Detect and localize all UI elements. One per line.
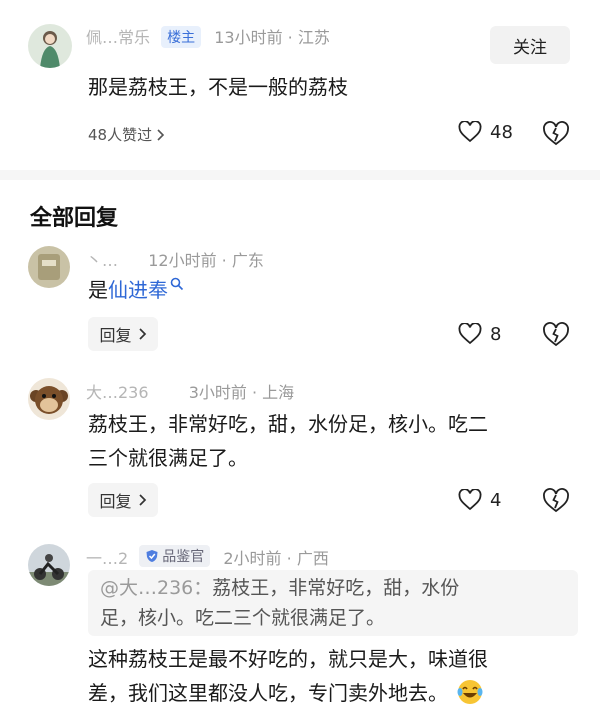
judge-badge: 品鉴官: [139, 545, 211, 567]
reply-button[interactable]: 回复: [88, 317, 158, 351]
section-divider: [0, 170, 600, 180]
avatar-image: [28, 246, 70, 288]
like-button[interactable]: 48: [458, 121, 513, 143]
avatar-image: [28, 378, 70, 420]
heart-outline-icon: [458, 489, 482, 511]
avatar[interactable]: [28, 246, 70, 288]
like-button[interactable]: 4: [458, 489, 501, 511]
reply-text-line: 荔枝王，非常好吃，甜，水份足，核小。吃二: [88, 412, 488, 436]
owner-badge: 楼主: [161, 26, 202, 48]
time-location: 12小时前 · 广东: [148, 251, 264, 270]
username[interactable]: 一…2: [86, 549, 128, 568]
avatar-image: [28, 544, 70, 586]
quote-username: @大…236：: [100, 577, 213, 599]
search-icon[interactable]: [170, 277, 184, 291]
broken-heart-icon[interactable]: [542, 321, 570, 349]
quote-line: @大…236：荔枝王，非常好吃，甜，水份: [100, 573, 566, 603]
comment-text: 那是荔枝王，不是一般的荔枝: [88, 75, 348, 99]
username[interactable]: 佩…常乐: [86, 28, 150, 47]
avatar[interactable]: [28, 24, 72, 68]
reply-text-prefix: 是: [88, 278, 108, 302]
search-link[interactable]: 仙进奉: [108, 278, 168, 302]
chevron-right-icon: [138, 494, 146, 506]
follow-button[interactable]: 关注: [490, 26, 570, 64]
quote-line: 足，核小。吃二三个就很满足了。: [100, 607, 386, 629]
broken-heart-icon[interactable]: [542, 487, 570, 515]
username[interactable]: 丶…: [86, 251, 118, 270]
verified-shield-icon: [146, 550, 158, 562]
likes-link-label: 48人赞过: [88, 126, 153, 144]
like-count: 48: [490, 121, 513, 143]
reply-button[interactable]: 回复: [88, 483, 158, 517]
heart-outline-icon: [458, 323, 482, 345]
chevron-right-icon: [157, 128, 165, 141]
like-count: 4: [490, 489, 502, 511]
section-title: 全部回复: [30, 206, 119, 231]
like-button[interactable]: 8: [458, 323, 501, 345]
likes-link[interactable]: 48人赞过: [88, 124, 166, 145]
time-location: 2小时前 · 广西: [223, 549, 329, 568]
username[interactable]: 大…236: [86, 383, 149, 402]
reply-text-line: 差，我们这里都没人吃，专门卖外地去。: [88, 676, 588, 710]
reply-meta: 大…236 3小时前 · 上海: [86, 379, 294, 403]
judge-badge-label: 品鉴官: [162, 549, 205, 565]
like-count: 8: [490, 323, 502, 345]
time-location: 13小时前 · 江苏: [214, 28, 330, 47]
avatar-image: [28, 24, 72, 68]
quote-text: 荔枝王，非常好吃，甜，水份: [212, 577, 460, 599]
avatar[interactable]: [28, 544, 70, 586]
reply-text: 这种荔枝王是最不好吃的，就只是大，味道很 差，我们这里都没人吃，专门卖外地去。: [88, 642, 588, 710]
reply-meta: 一…2 品鉴官 2小时前 · 广西: [86, 545, 329, 569]
reply-button-label: 回复: [99, 492, 132, 511]
heart-outline-icon: [458, 121, 482, 143]
quoted-reply[interactable]: @大…236：荔枝王，非常好吃，甜，水份 足，核小。吃二三个就很满足了。: [88, 570, 578, 636]
reply-text: 荔枝王，非常好吃，甜，水份足，核小。吃二 三个就很满足了。: [88, 407, 588, 475]
reply-text: 是仙进奉: [88, 273, 184, 307]
broken-heart-icon[interactable]: [542, 120, 570, 148]
reply-meta: 丶… 12小时前 · 广东: [86, 247, 264, 271]
comment-meta: 佩…常乐 楼主 13小时前 · 江苏: [86, 24, 330, 48]
reply-text-line-2: 差，我们这里都没人吃，专门卖外地去。: [88, 681, 448, 705]
reply-button-label: 回复: [99, 326, 132, 345]
time-location: 3小时前 · 上海: [188, 383, 295, 402]
reply-text-line: 这种荔枝王是最不好吃的，就只是大，味道很: [88, 647, 488, 671]
chevron-right-icon: [138, 328, 146, 340]
laughing-tears-emoji: [457, 680, 483, 704]
reply-text-line: 三个就很满足了。: [88, 446, 248, 470]
avatar[interactable]: [28, 378, 70, 420]
